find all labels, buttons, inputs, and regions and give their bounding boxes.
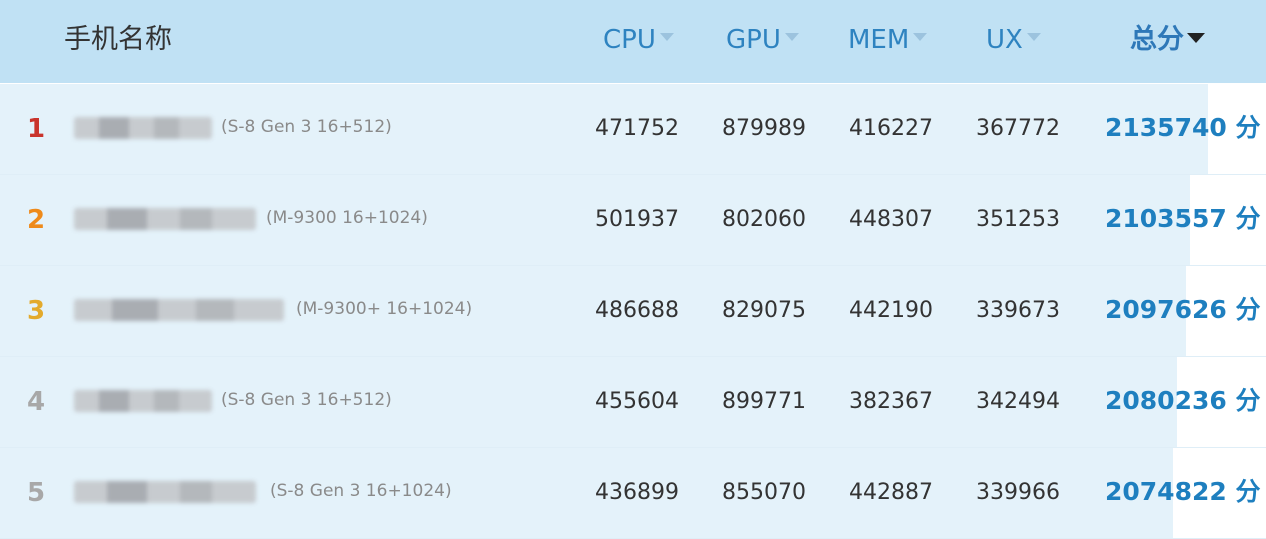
sort-caret-icon	[659, 32, 674, 41]
rank-number: 3	[27, 296, 46, 326]
gpu-score: 829075	[722, 298, 806, 323]
column-header-total: 总分	[1130, 24, 1184, 55]
table-row[interactable]: 5 (S-8 Gen 3 16+1024) 436899 855070 4428…	[0, 448, 1266, 539]
sort-caret-icon	[913, 32, 928, 41]
chip-spec: (M-9300+ 16+1024)	[296, 299, 473, 319]
rank-number: 2	[27, 205, 46, 235]
blurred-phone-name	[74, 208, 256, 230]
mem-score: 382367	[849, 389, 933, 414]
ux-score: 342494	[976, 389, 1060, 414]
gpu-score: 879989	[722, 116, 806, 141]
table-row[interactable]: 4 (S-8 Gen 3 16+512) 455604 899771 38236…	[0, 357, 1266, 448]
ux-score: 339673	[976, 298, 1060, 323]
column-header-mem: MEM	[848, 25, 910, 55]
mem-score: 442887	[849, 480, 933, 505]
ux-score: 339966	[976, 480, 1060, 505]
chip-spec: (M-9300 16+1024)	[266, 208, 428, 228]
mem-score: 448307	[849, 207, 933, 232]
table-header: 手机名称 CPU GPU MEM UX 总分	[0, 0, 1266, 84]
cpu-score: 501937	[595, 207, 679, 232]
sort-mem-button[interactable]: MEM	[848, 0, 928, 83]
cpu-score: 436899	[595, 480, 679, 505]
chip-spec: (S-8 Gen 3 16+512)	[221, 117, 392, 137]
column-header-ux: UX	[986, 25, 1023, 55]
column-header-gpu: GPU	[726, 25, 781, 55]
blurred-phone-name	[74, 117, 212, 139]
sort-cpu-button[interactable]: CPU	[603, 0, 674, 83]
column-header-name: 手机名称	[64, 24, 172, 55]
sort-total-button[interactable]: 总分	[1130, 0, 1205, 83]
sort-ux-button[interactable]: UX	[986, 0, 1041, 83]
column-header-cpu: CPU	[603, 25, 656, 55]
sort-gpu-button[interactable]: GPU	[726, 0, 799, 83]
ranking-table: 手机名称 CPU GPU MEM UX 总分 1 (S-8 Gen 3 16+5…	[0, 0, 1266, 539]
total-score: 2135740 分	[1105, 113, 1261, 142]
total-score: 2097626 分	[1105, 295, 1261, 324]
cpu-score: 486688	[595, 298, 679, 323]
table-row[interactable]: 2 (M-9300 16+1024) 501937 802060 448307 …	[0, 175, 1266, 266]
cpu-score: 471752	[595, 116, 679, 141]
total-score: 2074822 分	[1105, 477, 1261, 506]
table-row[interactable]: 3 (M-9300+ 16+1024) 486688 829075 442190…	[0, 266, 1266, 357]
blurred-phone-name	[74, 481, 256, 503]
sort-caret-active-icon	[1187, 32, 1205, 43]
chip-spec: (S-8 Gen 3 16+1024)	[270, 481, 452, 501]
total-score: 2103557 分	[1105, 204, 1261, 233]
gpu-score: 802060	[722, 207, 806, 232]
gpu-score: 855070	[722, 480, 806, 505]
table-row[interactable]: 1 (S-8 Gen 3 16+512) 471752 879989 41622…	[0, 84, 1266, 175]
gpu-score: 899771	[722, 389, 806, 414]
blurred-phone-name	[74, 299, 284, 321]
cpu-score: 455604	[595, 389, 679, 414]
rank-number: 1	[27, 114, 46, 144]
mem-score: 416227	[849, 116, 933, 141]
total-score: 2080236 分	[1105, 386, 1261, 415]
rank-number: 4	[27, 387, 46, 417]
chip-spec: (S-8 Gen 3 16+512)	[221, 390, 392, 410]
ux-score: 351253	[976, 207, 1060, 232]
rank-number: 5	[27, 478, 46, 508]
sort-caret-icon	[1026, 32, 1041, 41]
blurred-phone-name	[74, 390, 212, 412]
mem-score: 442190	[849, 298, 933, 323]
ux-score: 367772	[976, 116, 1060, 141]
sort-caret-icon	[784, 32, 799, 41]
